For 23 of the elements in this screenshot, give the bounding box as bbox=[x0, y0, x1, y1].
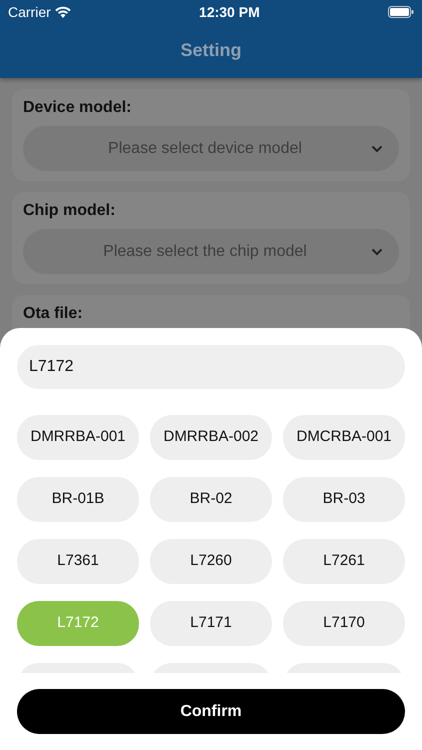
carrier-label: Carrier bbox=[8, 2, 51, 22]
model-option[interactable]: BR-01B bbox=[17, 477, 139, 522]
field-label: Ota file: bbox=[23, 304, 84, 324]
search-field[interactable]: L7172 bbox=[17, 345, 405, 389]
model-option[interactable]: L7260 bbox=[150, 539, 272, 584]
field-label: Device model: bbox=[23, 98, 132, 118]
model-option[interactable]: BR-02 bbox=[150, 477, 272, 522]
model-option[interactable]: L7361 bbox=[17, 539, 139, 584]
model-option[interactable]: DMCRBA-001 bbox=[283, 415, 405, 460]
page-title: Setting bbox=[180, 39, 242, 62]
confirm-button[interactable]: Confirm bbox=[17, 689, 405, 734]
clock-time: 12:30 PM bbox=[199, 2, 260, 22]
chevron-down-icon bbox=[371, 248, 383, 256]
model-option[interactable]: L7261 bbox=[283, 539, 405, 584]
model-option[interactable]: L7171 bbox=[150, 601, 272, 646]
battery-icon bbox=[388, 6, 414, 18]
wifi-icon bbox=[54, 6, 71, 18]
model-option[interactable]: BR-03 bbox=[283, 477, 405, 522]
field-label: Chip model: bbox=[23, 201, 116, 221]
model-option[interactable]: DMRRBA-002 bbox=[150, 415, 272, 460]
model-option[interactable]: DMRRBA-001 bbox=[17, 415, 139, 460]
model-option[interactable]: L7170 bbox=[283, 601, 405, 646]
chevron-down-icon bbox=[371, 144, 383, 152]
